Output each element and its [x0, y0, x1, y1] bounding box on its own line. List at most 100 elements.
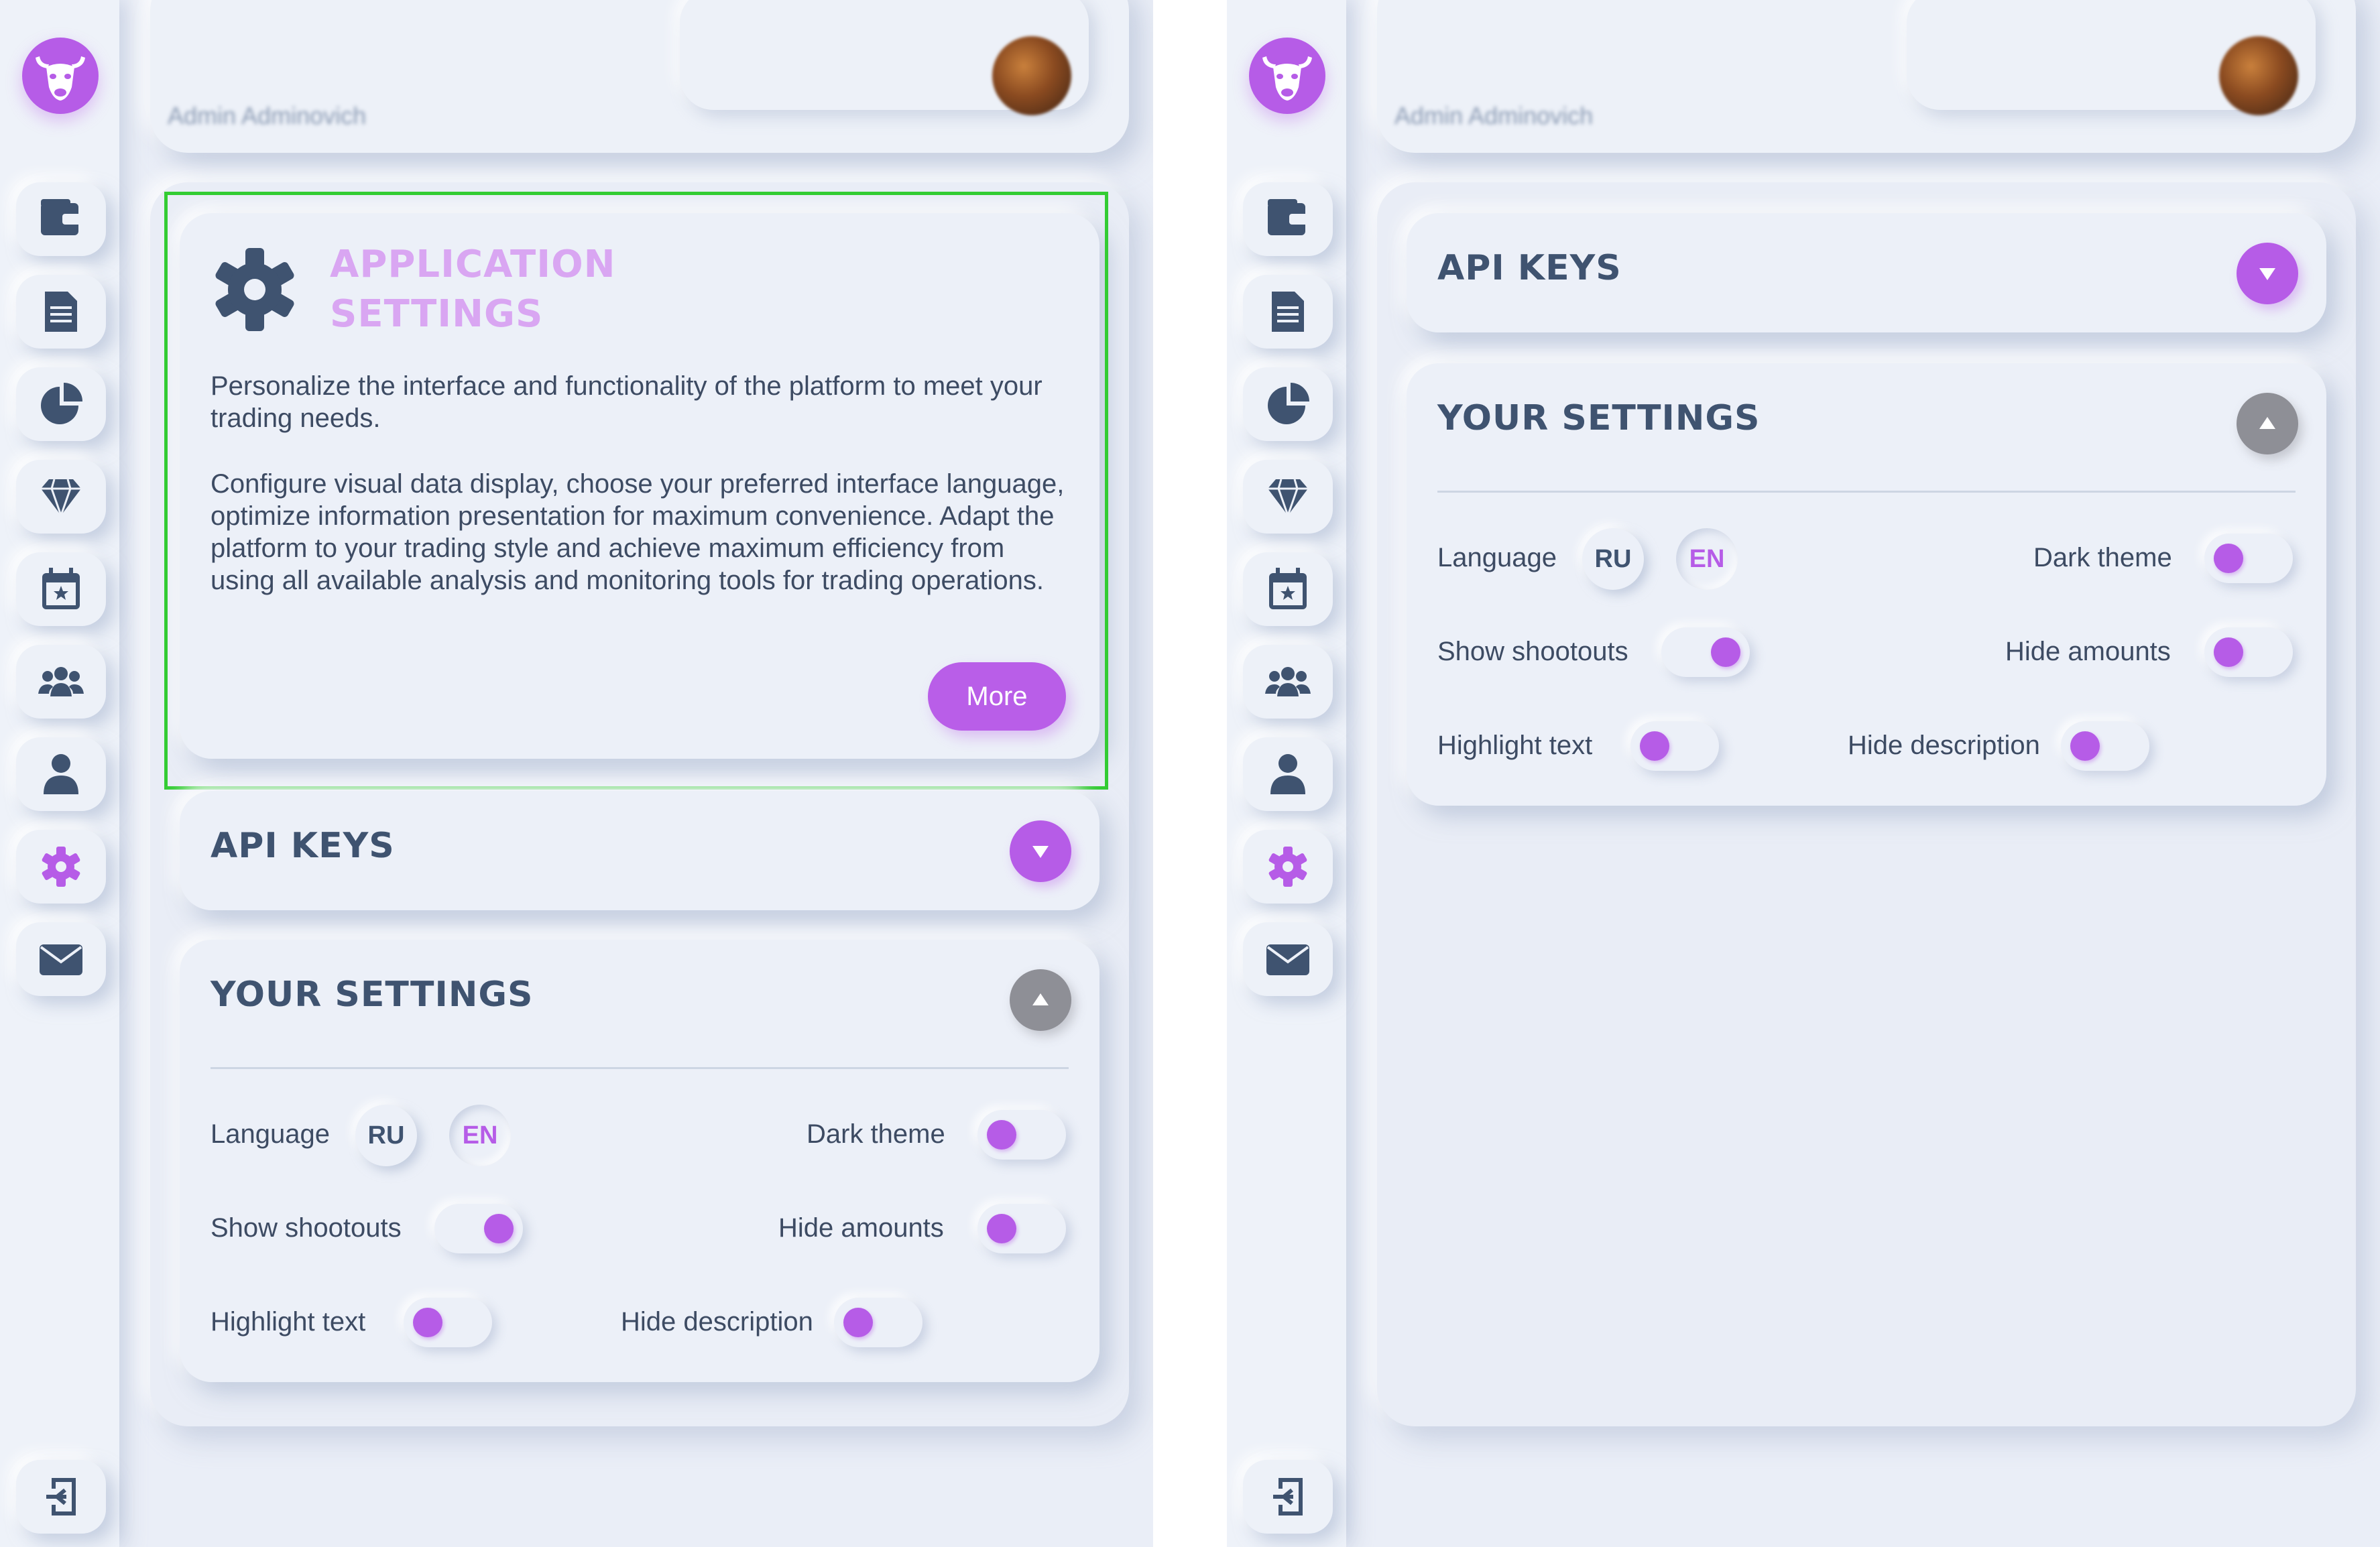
nav-profile[interactable] — [16, 737, 106, 811]
your-settings-title: YOUR SETTINGS — [1437, 398, 1761, 438]
logout-button[interactable] — [16, 1460, 106, 1534]
screen-right: Admin Adminovich API KEYS YOUR SETTINGS … — [1227, 0, 2380, 1547]
dark-theme-toggle[interactable] — [977, 1110, 1066, 1160]
hide-description-label: Hide description — [1848, 731, 2040, 760]
screen-left: Admin Adminovich APPLICATION SETTINGS Pe… — [0, 0, 1153, 1547]
gear-icon — [1268, 847, 1307, 887]
logout-button[interactable] — [1243, 1460, 1333, 1534]
nav-documents[interactable] — [16, 275, 106, 349]
bull-logo-icon[interactable] — [1249, 38, 1325, 114]
calendar-star-icon — [1269, 568, 1307, 609]
logout-icon — [46, 1478, 76, 1515]
nav-statistics[interactable] — [1243, 367, 1333, 441]
language-ru-button[interactable]: RU — [355, 1105, 417, 1166]
api-keys-title: API KEYS — [211, 826, 395, 866]
language-label: Language — [1437, 543, 1557, 572]
nav-wallet[interactable] — [16, 182, 106, 256]
nav-calendar[interactable] — [1243, 552, 1333, 626]
show-shootouts-label: Show shootouts — [1437, 637, 1628, 666]
hide-description-toggle[interactable] — [2061, 721, 2149, 771]
nav-calendar[interactable] — [16, 552, 106, 626]
chevron-up-icon — [2259, 417, 2275, 429]
hide-amounts-toggle[interactable] — [977, 1204, 1066, 1253]
api-keys-title: API KEYS — [1437, 248, 1622, 288]
avatar[interactable] — [2219, 36, 2298, 115]
user-name: Admin Adminovich — [1394, 102, 1594, 129]
divider — [1437, 491, 2296, 493]
users-icon — [38, 667, 84, 696]
nav-team[interactable] — [16, 645, 106, 719]
highlight-text-label: Highlight text — [1437, 731, 1593, 760]
gear-icon — [42, 847, 80, 887]
user-icon — [1270, 754, 1305, 794]
envelope-icon — [1266, 944, 1309, 975]
nav-diamond[interactable] — [1243, 460, 1333, 534]
bull-logo-icon[interactable] — [22, 38, 99, 114]
nav-settings[interactable] — [16, 830, 106, 904]
nav-statistics[interactable] — [16, 367, 106, 441]
document-icon — [45, 292, 77, 332]
your-settings-card: YOUR SETTINGS Language RU EN Dark theme … — [1407, 363, 2326, 806]
highlight-text-label: Highlight text — [211, 1307, 366, 1337]
chevron-down-icon — [2259, 268, 2275, 280]
chevron-down-icon — [1032, 846, 1049, 858]
highlight-text-toggle[interactable] — [404, 1298, 492, 1347]
expand-button[interactable] — [2237, 243, 2298, 304]
calendar-star-icon — [42, 568, 80, 609]
toggle-knob — [987, 1214, 1016, 1243]
sidebar — [0, 0, 119, 1547]
your-settings-title: YOUR SETTINGS — [211, 975, 534, 1015]
dark-theme-label: Dark theme — [807, 1119, 945, 1149]
show-shootouts-toggle[interactable] — [434, 1204, 523, 1253]
nav-wallet[interactable] — [1243, 182, 1333, 256]
sidebar — [1227, 0, 1346, 1547]
show-shootouts-toggle[interactable] — [1661, 627, 1750, 677]
language-en-button[interactable]: EN — [1676, 528, 1738, 590]
toggle-knob — [2070, 731, 2100, 761]
expand-button[interactable] — [1010, 820, 1071, 882]
language-label: Language — [211, 1119, 330, 1149]
your-settings-card: YOUR SETTINGS Language RU EN Dark theme … — [180, 940, 1099, 1382]
toggle-knob — [2214, 637, 2243, 667]
hide-amounts-label: Hide amounts — [778, 1213, 944, 1243]
api-keys-card[interactable]: API KEYS — [180, 791, 1099, 910]
hide-description-label: Hide description — [621, 1307, 813, 1337]
nav-team[interactable] — [1243, 645, 1333, 719]
diamond-icon — [1268, 479, 1308, 516]
toggle-knob — [2214, 544, 2243, 573]
language-ru-button[interactable]: RU — [1582, 528, 1644, 590]
nav-diamond[interactable] — [16, 460, 106, 534]
show-shootouts-label: Show shootouts — [211, 1213, 402, 1243]
envelope-icon — [40, 944, 82, 975]
language-en-button[interactable]: EN — [449, 1105, 511, 1166]
highlight-text-toggle[interactable] — [1630, 721, 1719, 771]
wallet-icon — [41, 199, 82, 235]
highlight-box — [164, 192, 1108, 790]
users-icon — [1265, 667, 1311, 696]
toggle-knob — [1711, 637, 1740, 667]
document-icon — [1272, 292, 1304, 332]
dark-theme-toggle[interactable] — [2204, 534, 2293, 583]
chevron-up-icon — [1032, 993, 1049, 1005]
hide-amounts-toggle[interactable] — [2204, 627, 2293, 677]
user-icon — [44, 754, 78, 794]
hide-description-toggle[interactable] — [834, 1298, 923, 1347]
api-keys-card[interactable]: API KEYS — [1407, 213, 2326, 332]
wallet-icon — [1268, 199, 1309, 235]
collapse-button[interactable] — [1010, 969, 1071, 1031]
toggle-knob — [1640, 731, 1669, 761]
divider — [211, 1067, 1069, 1069]
toggle-knob — [484, 1214, 514, 1243]
toggle-knob — [413, 1308, 442, 1337]
pie-chart-icon — [1268, 383, 1309, 424]
nav-settings[interactable] — [1243, 830, 1333, 904]
nav-messages[interactable] — [16, 922, 106, 996]
nav-profile[interactable] — [1243, 737, 1333, 811]
avatar[interactable] — [992, 36, 1071, 115]
collapse-button[interactable] — [2237, 393, 2298, 454]
toggle-knob — [987, 1120, 1016, 1150]
pie-chart-icon — [41, 383, 82, 424]
nav-messages[interactable] — [1243, 922, 1333, 996]
logout-icon — [1273, 1478, 1303, 1515]
nav-documents[interactable] — [1243, 275, 1333, 349]
